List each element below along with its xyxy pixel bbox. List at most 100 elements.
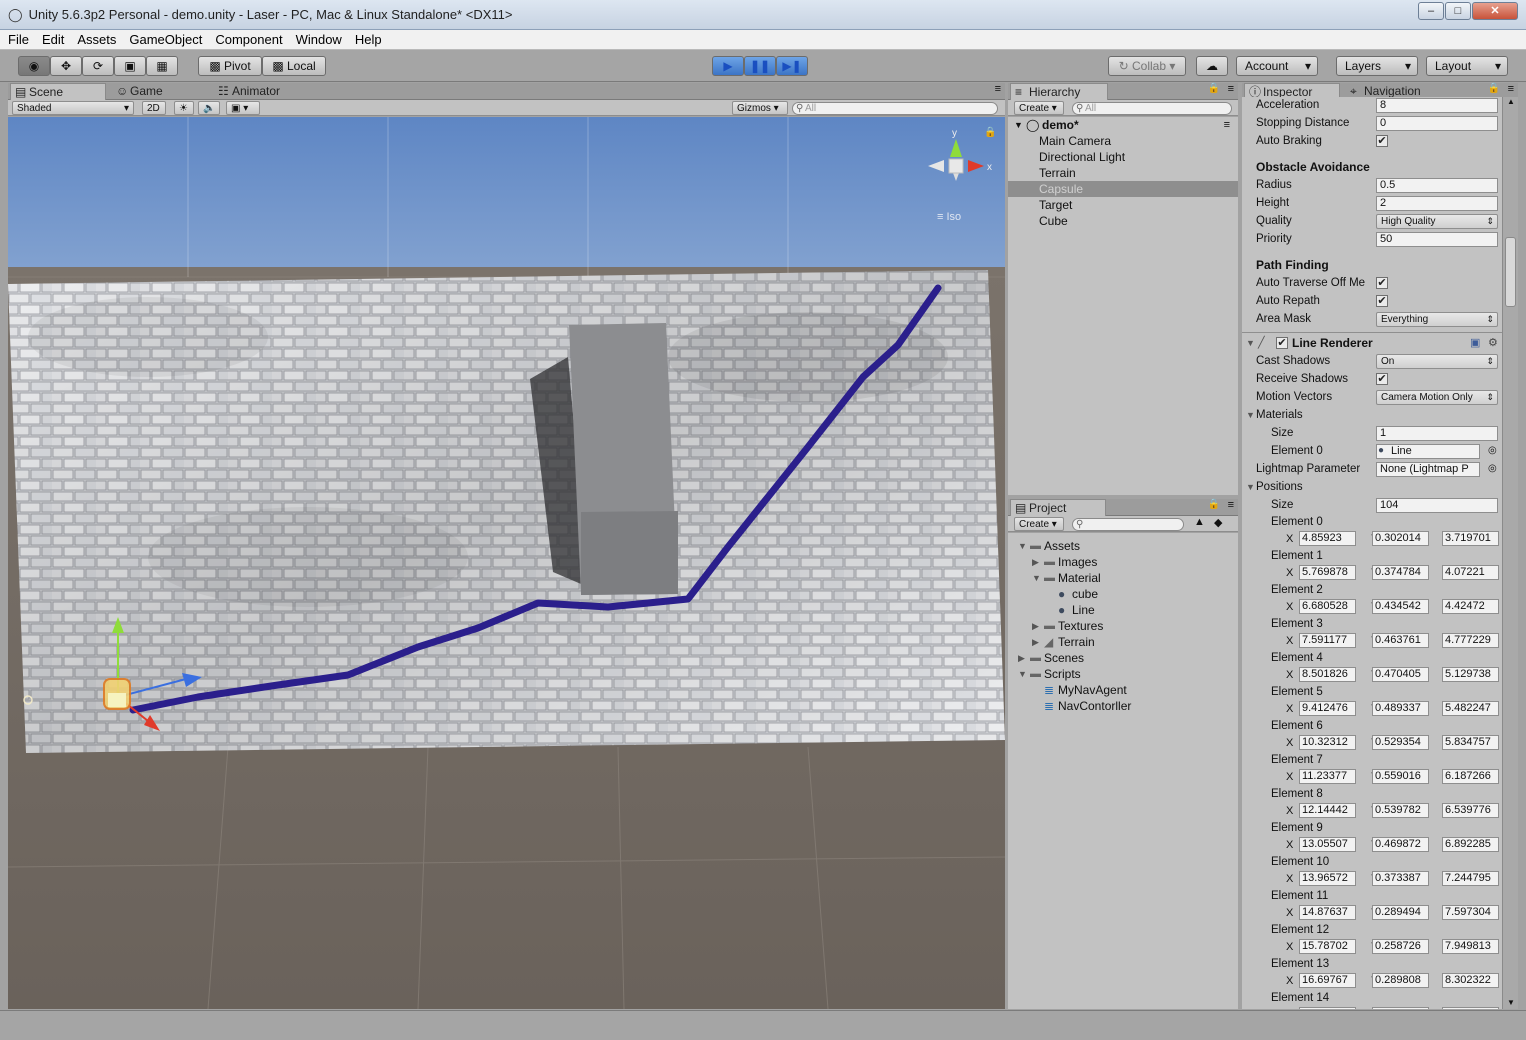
- auto-braking-checkbox[interactable]: ✔: [1376, 135, 1388, 147]
- value-field[interactable]: 0.5: [1376, 178, 1498, 193]
- local-button[interactable]: ▩ Local: [262, 56, 326, 76]
- position-y-field[interactable]: 0.374784: [1372, 565, 1429, 580]
- menu-assets[interactable]: Assets: [77, 32, 116, 47]
- position-y-field[interactable]: 0.470405: [1372, 667, 1429, 682]
- inspector-menu-icon[interactable]: ≡: [1508, 83, 1514, 95]
- hierarchy-lock-icon[interactable]: 🔒: [1208, 83, 1220, 94]
- position-x-field[interactable]: 11.23377: [1299, 769, 1356, 784]
- hierarchy-item[interactable]: Cube: [1008, 213, 1238, 229]
- menu-window[interactable]: Window: [296, 32, 342, 47]
- value-field[interactable]: 2: [1376, 196, 1498, 211]
- position-x-field[interactable]: 5.769878: [1299, 565, 1356, 580]
- hierarchy-item[interactable]: Directional Light: [1008, 149, 1238, 165]
- step-button[interactable]: ▶❚: [776, 56, 808, 76]
- position-y-field[interactable]: 0.289808: [1372, 973, 1429, 988]
- scene-root-row[interactable]: ▼ ◯ demo* ≡: [1008, 117, 1238, 133]
- position-z-field[interactable]: 7.597304: [1442, 905, 1499, 920]
- effects-dropdown[interactable]: ▣ ▾: [226, 101, 260, 115]
- project-lock-icon[interactable]: 🔒: [1208, 499, 1220, 510]
- position-y-field[interactable]: 0.373387: [1372, 871, 1429, 886]
- lightmap-parameters-field[interactable]: None (Lightmap P: [1376, 462, 1480, 477]
- position-y-field[interactable]: 0.539782: [1372, 803, 1429, 818]
- pause-button[interactable]: ❚❚: [744, 56, 776, 76]
- foldout-open-icon[interactable]: ▼: [1014, 117, 1023, 133]
- menu-help[interactable]: Help: [355, 32, 382, 47]
- value-field[interactable]: 8: [1376, 98, 1498, 113]
- position-y-field[interactable]: 0.559016: [1372, 769, 1429, 784]
- play-button[interactable]: ▶: [712, 56, 744, 76]
- position-z-field[interactable]: 6.892285: [1442, 837, 1499, 852]
- position-y-field[interactable]: 0.434542: [1372, 599, 1429, 614]
- scroll-up-icon[interactable]: ▲: [1507, 97, 1515, 106]
- line-renderer-enabled-checkbox[interactable]: ✔: [1276, 337, 1288, 349]
- project-item[interactable]: ≣ NavContorller: [1008, 697, 1248, 715]
- scene-search-input[interactable]: ⚲ All: [792, 102, 998, 115]
- audio-toggle[interactable]: 🔈: [198, 101, 220, 115]
- object-picker-icon[interactable]: ◎: [1488, 442, 1497, 460]
- scale-tool-button[interactable]: ▣: [114, 56, 146, 76]
- panel-menu-icon[interactable]: ≡: [995, 83, 1001, 95]
- hierarchy-item[interactable]: Target: [1008, 197, 1238, 213]
- hierarchy-item[interactable]: Terrain: [1008, 165, 1238, 181]
- menu-file[interactable]: File: [8, 32, 29, 47]
- layers-button[interactable]: Layers ▾: [1336, 56, 1418, 76]
- position-y-field[interactable]: 0.463761: [1372, 633, 1429, 648]
- help-book-icon[interactable]: ▣: [1470, 334, 1480, 352]
- position-x-field[interactable]: 17.60832: [1299, 1007, 1356, 1009]
- rotate-tool-button[interactable]: ⟳: [82, 56, 114, 76]
- tab-hierarchy[interactable]: ≡ Hierarchy: [1010, 83, 1108, 100]
- position-z-field[interactable]: 5.482247: [1442, 701, 1499, 716]
- collab-button[interactable]: ↻ Collab ▾: [1108, 56, 1186, 76]
- project-search-input[interactable]: ⚲: [1072, 518, 1184, 531]
- project-menu-icon[interactable]: ≡: [1228, 499, 1234, 511]
- quality-dropdown[interactable]: High Quality: [1376, 214, 1498, 229]
- foldout-open-icon[interactable]: ▼: [1246, 406, 1255, 424]
- tab-project[interactable]: ▤ Project: [1010, 499, 1106, 516]
- position-z-field[interactable]: 4.07221: [1442, 565, 1499, 580]
- maximize-button[interactable]: □: [1445, 2, 1471, 20]
- hierarchy-item[interactable]: Capsule: [1008, 181, 1238, 197]
- position-x-field[interactable]: 15.78702: [1299, 939, 1356, 954]
- position-z-field[interactable]: 7.244795: [1442, 871, 1499, 886]
- mode-2d-toggle[interactable]: 2D: [142, 101, 166, 115]
- position-x-field[interactable]: 6.680528: [1299, 599, 1356, 614]
- position-x-field[interactable]: 8.501826: [1299, 667, 1356, 682]
- lighting-toggle[interactable]: ☀: [174, 101, 194, 115]
- menu-component[interactable]: Component: [215, 32, 282, 47]
- position-x-field[interactable]: 10.32312: [1299, 735, 1356, 750]
- pivot-button[interactable]: ▩ Pivot: [198, 56, 262, 76]
- tab-game[interactable]: ☺ Game: [112, 83, 196, 100]
- hierarchy-menu-icon[interactable]: ≡: [1228, 83, 1234, 95]
- account-button[interactable]: Account ▾: [1236, 56, 1318, 76]
- position-z-field[interactable]: 6.187266: [1442, 769, 1499, 784]
- position-z-field[interactable]: 4.42472: [1442, 599, 1499, 614]
- position-y-field[interactable]: 0.302014: [1372, 531, 1429, 546]
- hierarchy-create-button[interactable]: Create ▾: [1014, 101, 1064, 115]
- inspector-scrollbar[interactable]: ▲ ▼: [1502, 97, 1518, 1009]
- area-mask-dropdown[interactable]: Everything: [1376, 312, 1498, 327]
- tab-animator[interactable]: ☷ Animator: [214, 83, 310, 100]
- position-x-field[interactable]: 12.14442: [1299, 803, 1356, 818]
- position-z-field[interactable]: 6.539776: [1442, 803, 1499, 818]
- position-z-field[interactable]: 3.719701: [1442, 531, 1499, 546]
- hierarchy-search-input[interactable]: ⚲ All: [1072, 102, 1232, 115]
- filter-type-icon[interactable]: ▲: [1194, 516, 1205, 528]
- position-x-field[interactable]: 16.69767: [1299, 973, 1356, 988]
- scroll-down-icon[interactable]: ▼: [1507, 998, 1515, 1007]
- position-x-field[interactable]: 4.85923: [1299, 531, 1356, 546]
- position-y-field[interactable]: 0.529354: [1372, 735, 1429, 750]
- gear-icon[interactable]: ⚙: [1488, 334, 1498, 352]
- positions-size-field[interactable]: 104: [1376, 498, 1498, 513]
- position-x-field[interactable]: 7.591177: [1299, 633, 1356, 648]
- scene-menu-icon[interactable]: ≡: [1224, 117, 1230, 133]
- hand-tool-button[interactable]: ◉: [18, 56, 50, 76]
- position-x-field[interactable]: 9.412476: [1299, 701, 1356, 716]
- position-z-field[interactable]: 4.777229: [1442, 633, 1499, 648]
- position-z-field[interactable]: 5.834757: [1442, 735, 1499, 750]
- layout-button[interactable]: Layout ▾: [1426, 56, 1508, 76]
- shading-dropdown[interactable]: Shaded ▾: [12, 101, 134, 115]
- position-x-field[interactable]: 13.96572: [1299, 871, 1356, 886]
- scene-viewport[interactable]: y x ≡ Iso 🔒: [8, 117, 1005, 1009]
- menu-gameobject[interactable]: GameObject: [129, 32, 202, 47]
- close-button[interactable]: ✕: [1472, 2, 1518, 20]
